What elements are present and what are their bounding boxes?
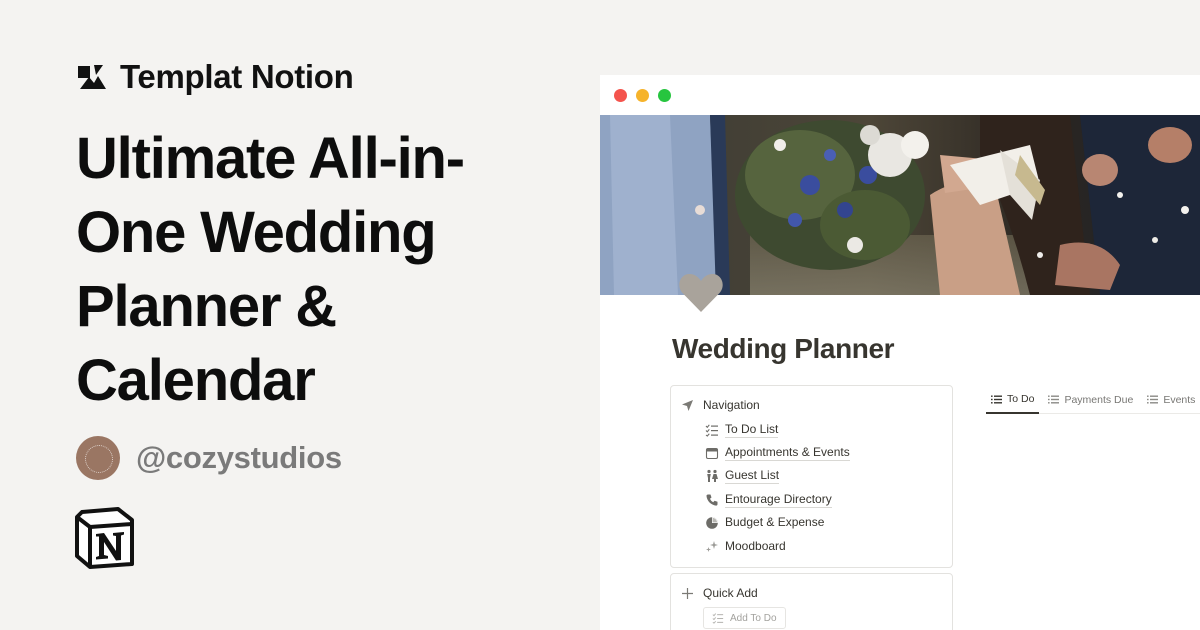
brand-name: Templat Notion bbox=[120, 58, 354, 95]
nav-item-label: Budget & Expense bbox=[725, 515, 825, 530]
tab-payments-due[interactable]: Payments Due bbox=[1043, 386, 1138, 413]
brand: Templat Notion bbox=[76, 58, 354, 96]
nav-item-label: Appointments & Events bbox=[725, 445, 850, 462]
author: @cozystudios bbox=[76, 436, 342, 480]
headline-line: Ultimate All-in- bbox=[76, 126, 465, 191]
navigation-title: Navigation bbox=[703, 398, 760, 412]
minimize-window-button[interactable] bbox=[636, 89, 649, 102]
list-icon bbox=[991, 395, 1002, 403]
avatar bbox=[76, 436, 120, 480]
navigation-callout: Navigation To Do List Appointments & Eve… bbox=[670, 385, 953, 568]
nav-item-budget-expense[interactable]: Budget & Expense bbox=[705, 512, 850, 535]
close-window-button[interactable] bbox=[614, 89, 627, 102]
quick-add-callout: Quick Add Add To Do bbox=[670, 573, 953, 630]
phone-icon bbox=[706, 494, 718, 506]
headline-line: Calendar bbox=[76, 348, 316, 413]
plus-icon bbox=[682, 587, 693, 599]
navigation-header: Navigation bbox=[681, 398, 760, 412]
quick-add-header: Quick Add bbox=[681, 586, 758, 600]
title-bar bbox=[600, 75, 1200, 115]
author-handle: @cozystudios bbox=[136, 440, 342, 475]
nav-item-label: Guest List bbox=[725, 468, 780, 485]
pie-chart-icon bbox=[706, 517, 718, 530]
sparkles-icon bbox=[706, 540, 718, 552]
calendar-icon bbox=[705, 448, 719, 460]
page-title: Wedding Planner bbox=[672, 333, 895, 364]
list-icon bbox=[1048, 395, 1060, 404]
cover-image bbox=[600, 115, 1200, 295]
nav-item-to-do-list[interactable]: To Do List bbox=[705, 418, 850, 441]
navigation-list: To Do List Appointments & Events Guest L… bbox=[705, 418, 850, 558]
nav-item-label: Entourage Directory bbox=[725, 491, 832, 508]
tab-label: Events bbox=[1163, 393, 1196, 406]
checklist-icon bbox=[705, 424, 718, 437]
navigation-arrow-icon bbox=[682, 399, 693, 411]
templat-logo-icon bbox=[78, 65, 106, 89]
people-icon bbox=[707, 470, 718, 483]
nav-item-entourage-directory[interactable]: Entourage Directory bbox=[705, 488, 850, 511]
maximize-window-button[interactable] bbox=[658, 89, 671, 102]
nav-item-label: Moodboard bbox=[725, 538, 786, 553]
heart-icon bbox=[679, 274, 723, 312]
app-window: Wedding Planner Navigation To Do List Ap… bbox=[600, 75, 1200, 630]
tab-events[interactable]: Events bbox=[1142, 386, 1200, 413]
headline-line: One Wedding bbox=[76, 200, 437, 265]
headline: Ultimate All-in- One Wedding Planner & C… bbox=[76, 122, 556, 418]
nav-item-moodboard[interactable]: Moodboard bbox=[705, 535, 850, 558]
notion-logo-icon bbox=[75, 507, 134, 569]
view-tabs: To Do Payments Due Events bbox=[986, 386, 1200, 414]
headline-line: Planner & bbox=[76, 274, 337, 339]
tab-label: To Do bbox=[1007, 393, 1035, 405]
add-to-do-label: Add To Do bbox=[730, 612, 777, 624]
checklist-icon bbox=[712, 613, 724, 624]
list-icon bbox=[1147, 395, 1159, 404]
add-to-do-button[interactable]: Add To Do bbox=[703, 607, 786, 629]
quick-add-title: Quick Add bbox=[703, 586, 758, 600]
nav-item-label: To Do List bbox=[725, 421, 779, 438]
nav-item-appointments-events[interactable]: Appointments & Events bbox=[705, 441, 850, 464]
tab-to-do[interactable]: To Do bbox=[986, 386, 1040, 414]
nav-item-guest-list[interactable]: Guest List bbox=[705, 465, 850, 488]
tab-label: Payments Due bbox=[1064, 393, 1134, 406]
